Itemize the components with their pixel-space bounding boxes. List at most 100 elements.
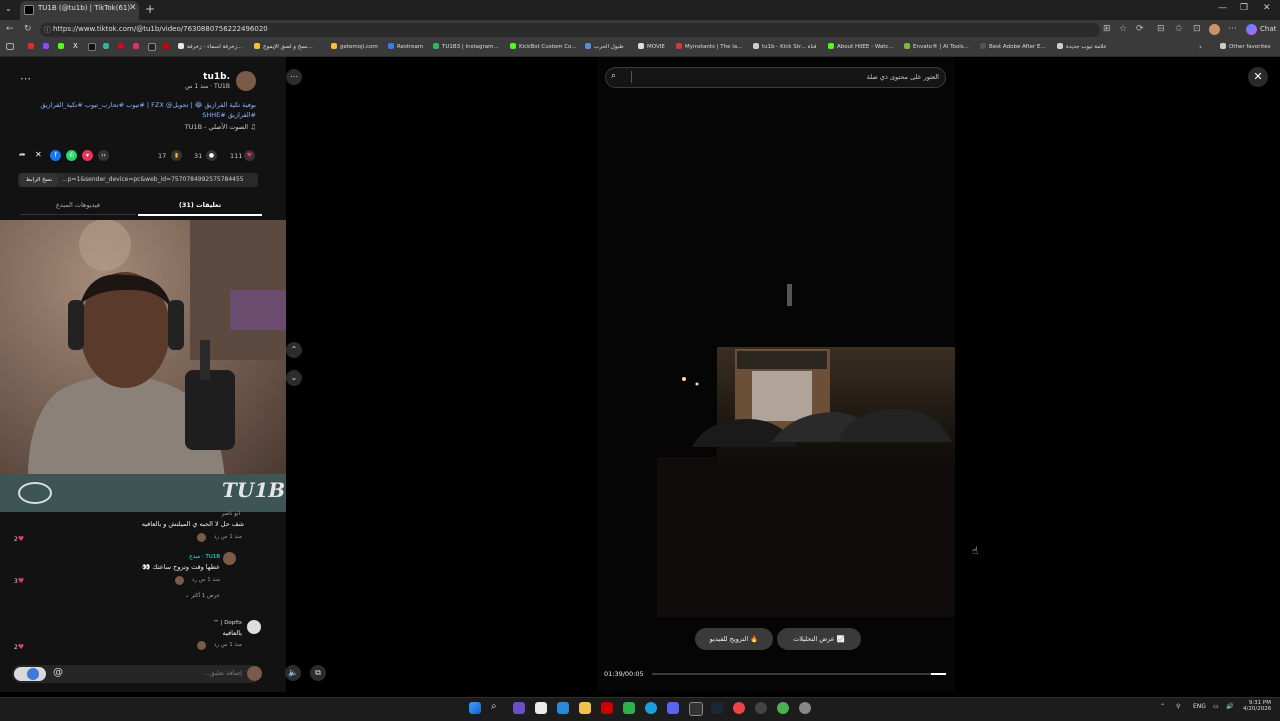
edge-icon[interactable]: [645, 702, 657, 714]
paint-icon[interactable]: [557, 702, 569, 714]
comment-author[interactable]: Dopfix | ™: [170, 620, 242, 626]
emoji-icon[interactable]: [27, 668, 39, 680]
comment-avatar[interactable]: [247, 620, 261, 634]
volume-icon[interactable]: 🔈: [285, 665, 301, 681]
bookmark-save-icon[interactable]: ▮: [171, 150, 182, 161]
back-icon[interactable]: ←: [6, 24, 14, 34]
bookmark-item[interactable]: MOVIE: [638, 43, 665, 50]
instagram-icon[interactable]: [133, 43, 139, 49]
twitch-icon[interactable]: [43, 43, 49, 49]
chrome-icon[interactable]: [733, 702, 745, 714]
favorites-icon[interactable]: ✩: [1175, 24, 1183, 34]
chrome-profile-icon[interactable]: [777, 702, 789, 714]
bookmark-item[interactable]: Myinstants | The la...: [676, 43, 742, 50]
favorite-star-icon[interactable]: ☆: [1119, 24, 1127, 34]
bookmark-item[interactable]: زخرفة اسماء - زخرفة...: [178, 43, 242, 50]
bookmark-item[interactable]: Envato® | AI Tools...: [904, 43, 969, 50]
embed-icon[interactable]: ‹›: [98, 150, 109, 161]
bookmark-item[interactable]: نسخ و لصق الإيموج...: [254, 43, 313, 50]
copilot-icon[interactable]: [1246, 24, 1257, 35]
split-screen-icon[interactable]: ⊟: [1157, 24, 1165, 34]
comment-like-count[interactable]: 3♥: [14, 577, 24, 585]
bookmark-item[interactable]: طبول الحرب: [585, 43, 624, 50]
x-icon[interactable]: X: [73, 42, 78, 50]
view-analytics-button[interactable]: عرض التحليلات 📈: [777, 628, 861, 650]
tab-close-icon[interactable]: ✕: [129, 3, 137, 13]
promote-video-button[interactable]: الترويج للفيديو 🔥: [695, 628, 773, 650]
view-more-replies[interactable]: عرض 1 أكثر ⌄: [180, 593, 220, 599]
language-indicator[interactable]: ENG: [1193, 703, 1206, 710]
comment-input-placeholder[interactable]: إضافة تعليق...: [150, 669, 242, 677]
file-explorer-icon[interactable]: [579, 702, 591, 714]
comment-like-count[interactable]: 2♥: [14, 535, 24, 543]
collections-icon[interactable]: ⊡: [1193, 24, 1201, 34]
comment-author[interactable]: TU1B · مبدع: [140, 554, 220, 560]
kick-icon[interactable]: [58, 43, 64, 49]
collections-bookmark-icon[interactable]: [6, 43, 14, 50]
author-avatar[interactable]: [236, 71, 256, 91]
task-view-icon[interactable]: [513, 702, 525, 714]
tray-icon[interactable]: ⚲: [1176, 703, 1180, 710]
tab-comments[interactable]: تعليقات (31): [138, 198, 262, 216]
media-player-icon[interactable]: [755, 702, 767, 714]
x-share-icon[interactable]: ✕: [35, 150, 42, 159]
settings-icon[interactable]: [799, 702, 811, 714]
author-username[interactable]: tu1b.: [203, 72, 230, 82]
bookmark-item[interactable]: getemoji.com: [331, 43, 378, 50]
bookmark-item[interactable]: About HIIEE - Watc...: [828, 43, 894, 50]
network-icon[interactable]: ▭: [1213, 703, 1219, 710]
copy-link-button[interactable]: نسخ الرابط: [20, 173, 58, 187]
tray-overflow-icon[interactable]: ⌃: [1160, 703, 1165, 710]
new-tab-icon[interactable]: +: [145, 2, 155, 16]
facebook-icon[interactable]: f: [50, 150, 61, 161]
discord-icon[interactable]: [667, 702, 679, 714]
more-options-button[interactable]: ⋯: [286, 69, 302, 85]
previous-video-button[interactable]: ⌃: [286, 342, 302, 358]
pinterest-icon[interactable]: [118, 43, 124, 49]
profile-avatar[interactable]: [1209, 24, 1220, 35]
telegram-icon[interactable]: ▾: [82, 150, 93, 161]
window-close-icon[interactable]: ✕: [1263, 3, 1271, 13]
chat-label[interactable]: Chat: [1260, 25, 1276, 33]
other-favorites[interactable]: Other favorites: [1220, 43, 1271, 50]
site-info-icon[interactable]: ⓘ: [44, 25, 51, 35]
app-available-icon[interactable]: ⊞: [1103, 24, 1111, 34]
bookmark-icon[interactable]: [148, 43, 156, 51]
refresh-icon[interactable]: ↻: [24, 24, 32, 34]
tab-creator-videos[interactable]: فيديوهات المبدع: [20, 198, 136, 215]
comment-author[interactable]: ابو ناصر: [150, 511, 240, 517]
bookmarks-overflow-icon[interactable]: ›: [1199, 43, 1202, 51]
bookmark-icon[interactable]: [103, 43, 109, 49]
mention-icon[interactable]: @: [53, 667, 63, 678]
restore-icon[interactable]: ❐: [1240, 3, 1248, 13]
taskbar-search-icon[interactable]: ⌕: [491, 701, 497, 712]
bookmark-item[interactable]: TU1B3 | Instagram...: [433, 43, 499, 50]
app-icon[interactable]: [689, 702, 703, 716]
whatsapp-icon[interactable]: ✆: [66, 150, 77, 161]
windows-start-icon[interactable]: [469, 702, 481, 714]
next-video-button[interactable]: ⌄: [286, 370, 302, 386]
volume-tray-icon[interactable]: 🔊: [1226, 703, 1233, 710]
like-heart-icon[interactable]: ♥: [244, 150, 255, 161]
video-progress-track[interactable]: [652, 673, 946, 675]
mini-player-icon[interactable]: ⧉: [310, 665, 326, 681]
post-sound[interactable]: ♫ الصوت الأصلي - TU1B: [140, 123, 256, 131]
tiktok-icon[interactable]: [88, 43, 96, 51]
more-options-icon[interactable]: ⋯: [20, 72, 31, 85]
bookmark-item[interactable]: Restream: [388, 43, 423, 50]
more-menu-icon[interactable]: ⋯: [1228, 24, 1237, 34]
extension-icon[interactable]: ⟳: [1136, 24, 1144, 34]
youtube-icon[interactable]: [28, 43, 34, 49]
bookmark-item[interactable]: tu1b - Kick Str... قناة: [753, 43, 816, 50]
bookmark-item[interactable]: علامة تيوب جديدة: [1057, 43, 1107, 50]
tab-list-icon[interactable]: ⌄: [5, 4, 12, 13]
comment-like-count[interactable]: 2♥: [14, 643, 24, 651]
bookmark-item[interactable]: Best Adobe After E...: [980, 43, 1046, 50]
app-icon[interactable]: [601, 702, 613, 714]
comment-icon[interactable]: ●: [206, 150, 217, 161]
bookmark-item[interactable]: KickBot Custom Co...: [510, 43, 577, 50]
notepad-icon[interactable]: [535, 702, 547, 714]
tray-clock[interactable]: 9:31 PM 4/20/2026: [1243, 700, 1271, 712]
comment-avatar[interactable]: [223, 552, 236, 565]
share-icon[interactable]: ➦: [19, 150, 26, 159]
